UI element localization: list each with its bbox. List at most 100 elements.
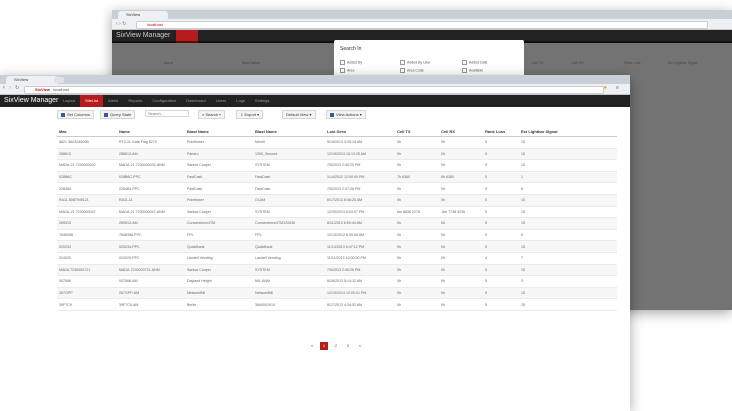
table-row[interactable]: 028B6C 028B6C-PPC FastCash FastCash 1/14/201… [57, 171, 617, 184]
pager-page-2[interactable]: 2 [332, 342, 340, 350]
export-label: Export [244, 112, 257, 117]
nav-sitelist[interactable]: SiteList [80, 95, 104, 107]
modal-option-area[interactable]: Area [340, 68, 354, 73]
table-cell: MADA-21 7230000047 [57, 206, 117, 219]
nav-reports[interactable]: Reports [123, 95, 147, 107]
table-row[interactable]: 7848398 7848398-PPC FPL FPL 12/13/2012 6:09:… [57, 229, 617, 242]
table-cell: 15 [519, 217, 617, 230]
table-cell: 0h [395, 287, 439, 300]
nav-configuration[interactable]: Configuration [147, 95, 181, 107]
column-header[interactable]: Blast Name [253, 127, 325, 137]
table-row[interactable]: 39F7C9 39F7C9-AM Berlin 3840001910 8/17/2013… [57, 298, 617, 311]
browser-tab[interactable]: SixView [6, 76, 58, 84]
modal-option-added-by[interactable]: Added By [340, 60, 362, 65]
columns-icon [61, 112, 65, 117]
table-cell: 0h [439, 194, 483, 207]
export-button[interactable]: ⇩ Export ▾ [236, 110, 264, 119]
table-cell: 15 [519, 136, 617, 149]
table-cell: 007066 [57, 275, 117, 288]
table-cell: 12/10/2013 12:00:01 PM [325, 287, 395, 300]
table-cell-name: RA11-11 [117, 194, 185, 207]
nav-dashboard[interactable]: Dashboard [181, 95, 211, 107]
table-cell: FastCash [185, 171, 253, 184]
view-actions-button[interactable]: View Actions ▾ [326, 110, 366, 119]
back-url-field[interactable]: localhost [136, 21, 708, 29]
app-navbar: SixView Manager Layout SiteList Alerts R… [0, 95, 630, 107]
search-in-modal: Search In Added By Added By User Added D… [334, 40, 524, 76]
back-nav-icons[interactable]: ‹ › ↻ [116, 21, 126, 27]
modal-option-added-date[interactable]: Added Date [462, 60, 488, 65]
nav-layout[interactable]: Layout [58, 95, 80, 107]
table-row[interactable]: 8821 3A0324600B RT3-31 Gate Flag 8270 Poin… [57, 136, 617, 149]
modal-option-added-by-user[interactable]: Added By User [400, 60, 431, 65]
menu-icon[interactable]: ≡ [616, 85, 619, 91]
table-row[interactable]: 269513 269513-AM Convenience4TM Convenience… [57, 217, 617, 230]
table-cell: 267GPP [57, 287, 117, 300]
table-cell: SYSTEM [253, 206, 325, 219]
back-arrow-icon[interactable]: ‹ [3, 85, 5, 91]
toolbar: Set Columns Query State ⌕ Search ▾ ⇩ Exp… [0, 107, 630, 120]
search-input[interactable] [145, 110, 189, 117]
table-cell: 0h [395, 298, 439, 311]
table-row[interactable]: 228484 228484-PPC FastCash FastCash 7/9/2013… [57, 182, 617, 195]
table-row[interactable]: MADA-21 7230000047 MADA-21 7230000047-ANM… [57, 206, 617, 219]
query-icon [104, 112, 108, 117]
table-cell: 15 [519, 240, 617, 253]
column-header[interactable]: Rank Loss [483, 127, 519, 137]
url-field[interactable]: SixView localhost [24, 86, 604, 94]
table-row[interactable]: RA11 8087949121 RA11-11 Pointtower OLAM 6/17… [57, 194, 617, 207]
set-columns-button[interactable]: Set Columns [57, 110, 94, 119]
table-cell: 0h [439, 229, 483, 242]
column-header[interactable]: Blast Name [185, 127, 253, 137]
column-header[interactable]: Mac [57, 127, 117, 137]
modal-option-available[interactable]: Available [462, 68, 483, 73]
table-row[interactable]: 267GPP 267GPP-AM NetworkBill NetworkBill 12/… [57, 287, 617, 300]
nav-alerts[interactable]: Alerts [103, 95, 123, 107]
table-cell-name: 020234-PPC [117, 240, 185, 253]
column-header[interactable]: Name [117, 127, 185, 137]
table-cell: 269513 [57, 217, 117, 230]
table-cell: 5 [483, 298, 519, 311]
column-header[interactable]: Cell TX [395, 127, 439, 137]
default-view-select[interactable]: Default View ▾ [282, 110, 316, 119]
query-state-button[interactable]: Query State [100, 110, 136, 119]
column-header[interactable]: Ext Lightbar Signal [519, 127, 617, 137]
table-row[interactable]: MADA-21 7230000032 MADA-21 7230000032-ANM… [57, 159, 617, 172]
table-row[interactable]: 024020 024020-PPC Landell Vending Landell V… [57, 252, 617, 265]
table-cell: 8/26/2013 5:14:12 AM [325, 275, 395, 288]
forward-arrow-icon[interactable]: › [9, 85, 11, 91]
table-cell: 7848398 [57, 229, 117, 242]
table-cell: 5 [483, 159, 519, 172]
table-cell: QuickBank [253, 240, 325, 253]
column-header[interactable]: Cell RX [439, 127, 483, 137]
table-cell: 5 [483, 148, 519, 161]
table-cell: 0h [439, 240, 483, 253]
search-button[interactable]: ⌕ Search ▾ [198, 110, 225, 119]
table-row[interactable]: MADA 7230000721 MADA-7230000721-ANM Santos… [57, 264, 617, 277]
table-row[interactable]: 020234 020234-PPC QuickBank QuickBank 11/13/… [57, 240, 617, 253]
table-cell: 12/30/2013 6:53:07 PM [325, 206, 395, 219]
reload-icon[interactable]: ↻ [15, 85, 19, 91]
star-icon[interactable]: ★ [603, 85, 607, 91]
table-cell: 0h [395, 275, 439, 288]
pager-next[interactable]: » [356, 342, 364, 350]
pager-page-1[interactable]: 1 [320, 342, 328, 350]
app-brand[interactable]: SixView Manager [4, 95, 58, 107]
back-address-bar: ‹ › ↻ localhost [112, 19, 732, 30]
table-cell-name: 288613-AM [117, 148, 185, 161]
new-tab-button[interactable] [54, 77, 64, 83]
pager-page-3[interactable]: 3 [344, 342, 352, 350]
table-cell: 1 [519, 171, 617, 184]
table-row[interactable]: 007066 007066-AM Dayland Height MIL.ANM 8/26… [57, 275, 617, 288]
table-cell: 5 [483, 275, 519, 288]
column-header[interactable]: Lost Seen [325, 127, 395, 137]
nav-settings[interactable]: Settings [250, 95, 274, 107]
modal-option-area-code[interactable]: Area Code [400, 68, 424, 73]
table-cell: Dayland Height [185, 275, 253, 288]
nav-users[interactable]: Users [211, 95, 231, 107]
table-row[interactable]: 288613 288613-AM Pandro 1350_Second 12/19/20… [57, 148, 617, 161]
pager-prev[interactable]: « [308, 342, 316, 350]
nav-logs[interactable]: Logs [231, 95, 250, 107]
table-cell: Santos Cooper [185, 264, 253, 277]
back-browser-tab[interactable]: SixView [118, 11, 168, 19]
